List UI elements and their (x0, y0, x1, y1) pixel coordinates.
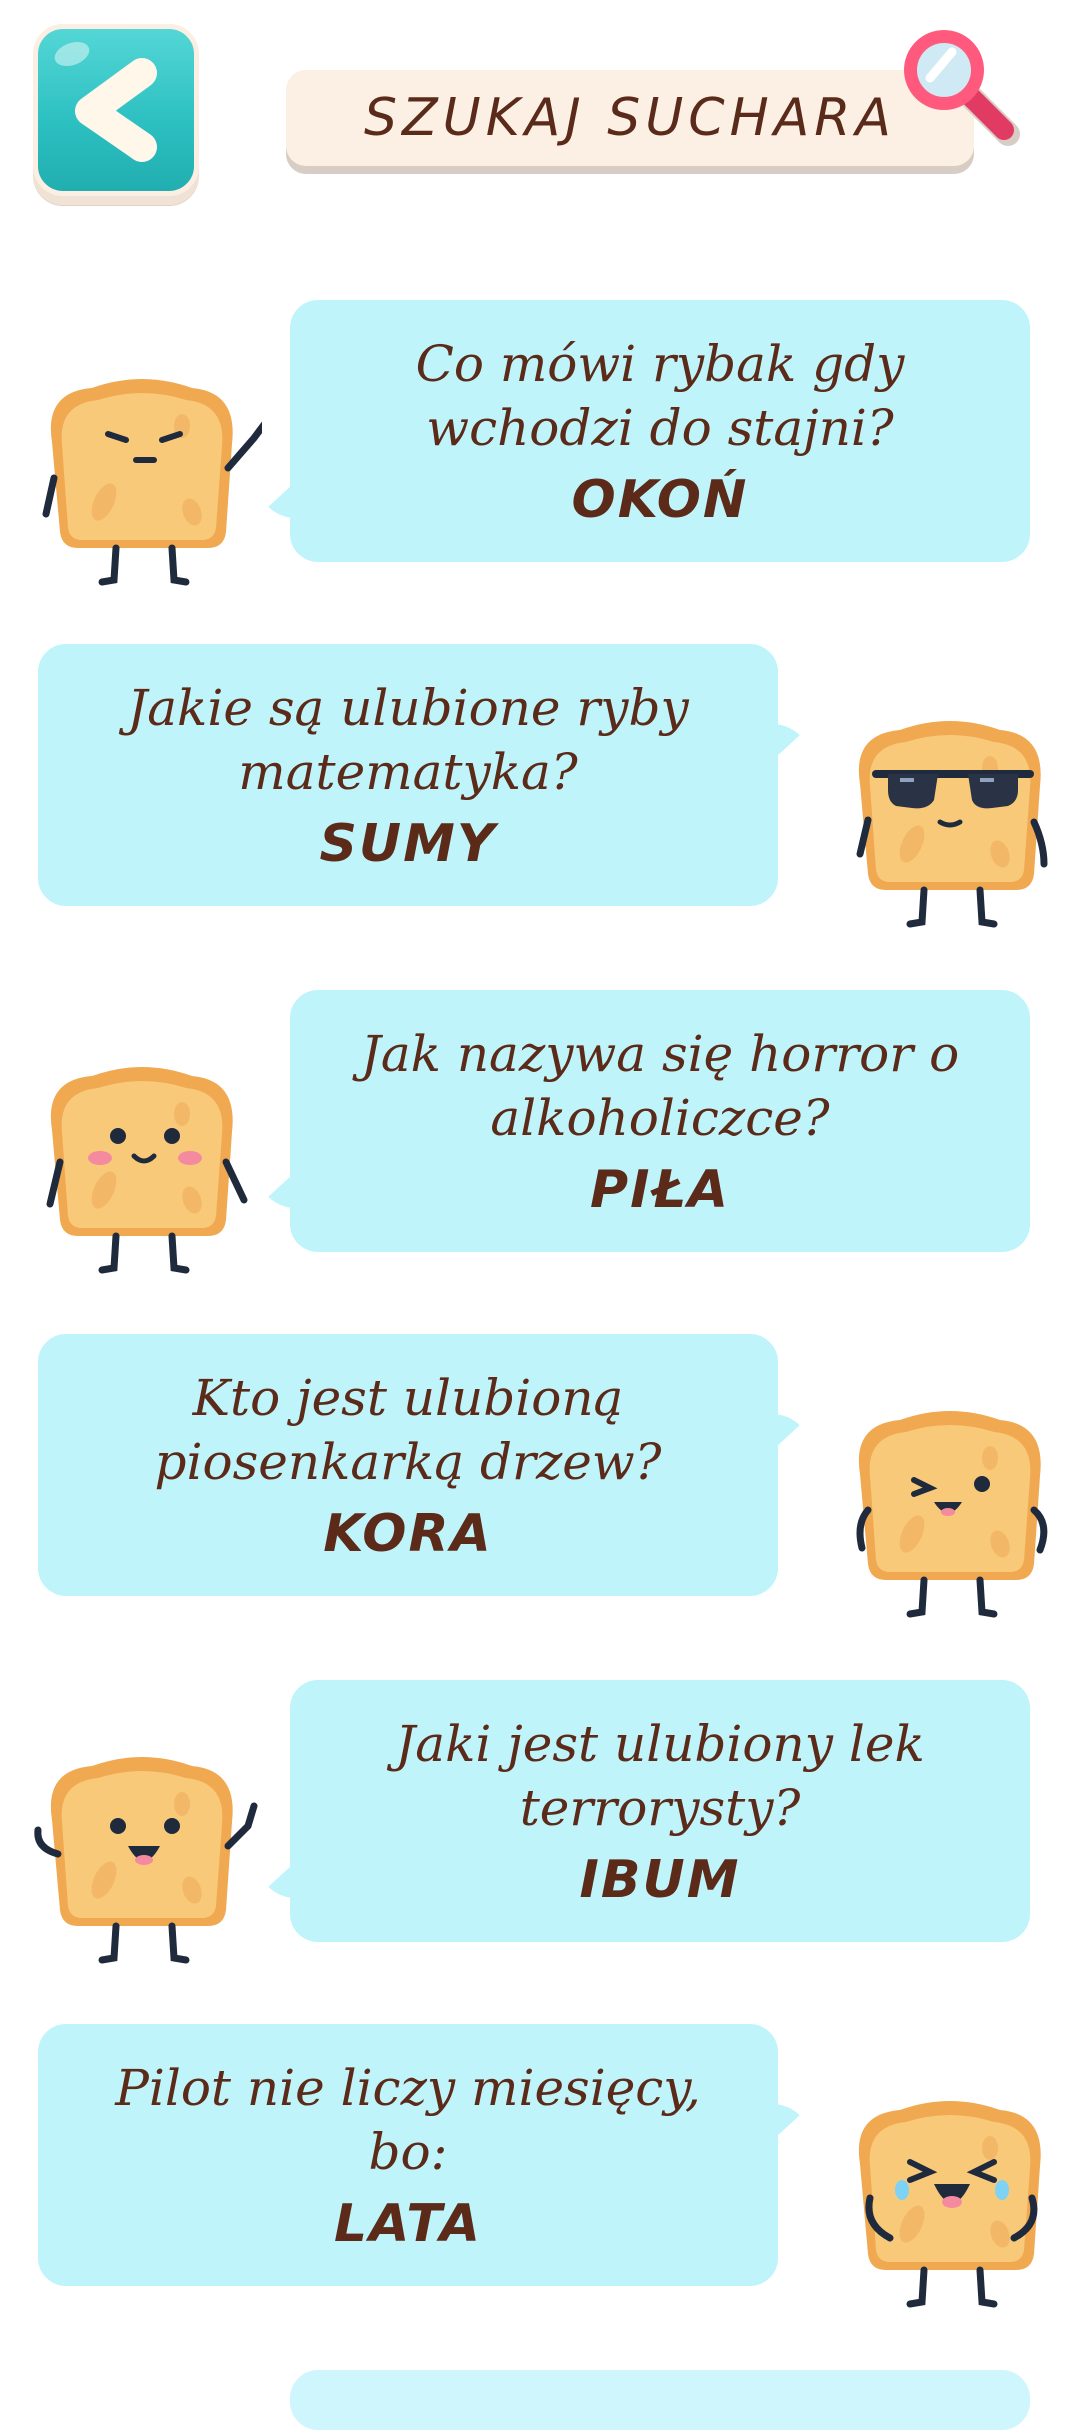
bubble-tail (256, 1164, 304, 1208)
joke-bubble[interactable]: Kto jest ulubioną piosenkarką drzew? KOR… (38, 1334, 812, 1596)
toast-sunglasses-mascot (830, 694, 1048, 934)
toast-excited-mascot (34, 1730, 258, 1970)
joke-question: Kto jest ulubioną piosenkarką drzew? (154, 1369, 662, 1491)
joke-answer: IBUM (579, 1850, 741, 1910)
magnifier-icon[interactable] (896, 22, 1026, 152)
bubble-tail (256, 474, 304, 518)
joke-question: Jaki jest ulubiony lek terrorysty? (395, 1715, 925, 1837)
joke-bubble[interactable]: Co mówi rybak gdy wchodzi do stajni? OKO… (256, 300, 1030, 562)
chevron-left-icon (75, 58, 157, 162)
toast-blushing-mascot (46, 1040, 248, 1280)
toast-neutral-waving-mascot (42, 352, 262, 592)
bubble-tail (764, 1414, 812, 1458)
joke-answer: KORA (323, 1504, 493, 1564)
joke-bubble[interactable]: Pilot nie liczy miesięcy, bo: LATA (38, 2024, 812, 2286)
joke-question: Co mówi rybak gdy wchodzi do stajni? (415, 335, 905, 457)
bubble-tail (764, 724, 812, 768)
joke-answer: LATA (333, 2194, 483, 2254)
search-title: SZUKAJ SUCHARA (364, 88, 896, 148)
joke-answer: SUMY (319, 814, 497, 874)
joke-answer: PIŁA (589, 1160, 731, 1220)
joke-answer: OKOŃ (571, 470, 749, 530)
joke-question: Pilot nie liczy miesięcy, bo: (115, 2059, 701, 2181)
back-button[interactable] (33, 24, 199, 196)
toast-laughing-mascot (830, 2074, 1070, 2314)
joke-bubble[interactable]: Jaki jest ulubiony lek terrorysty? IBUM (256, 1680, 1030, 1942)
joke-bubble[interactable]: Jakie są ulubione ryby matematyka? SUMY (38, 644, 812, 906)
search-joke-button[interactable]: SZUKAJ SUCHARA (286, 70, 974, 166)
toast-winking-mascot (830, 1384, 1048, 1624)
joke-bubble-partial[interactable] (290, 2370, 1030, 2430)
bubble-tail (764, 2104, 812, 2148)
joke-question: Jak nazywa się horror o alkoholiczce? (360, 1025, 960, 1147)
joke-bubble[interactable]: Jak nazywa się horror o alkoholiczce? PI… (256, 990, 1030, 1252)
bubble-tail (256, 1854, 304, 1898)
joke-question: Jakie są ulubione ryby matematyka? (127, 679, 689, 801)
